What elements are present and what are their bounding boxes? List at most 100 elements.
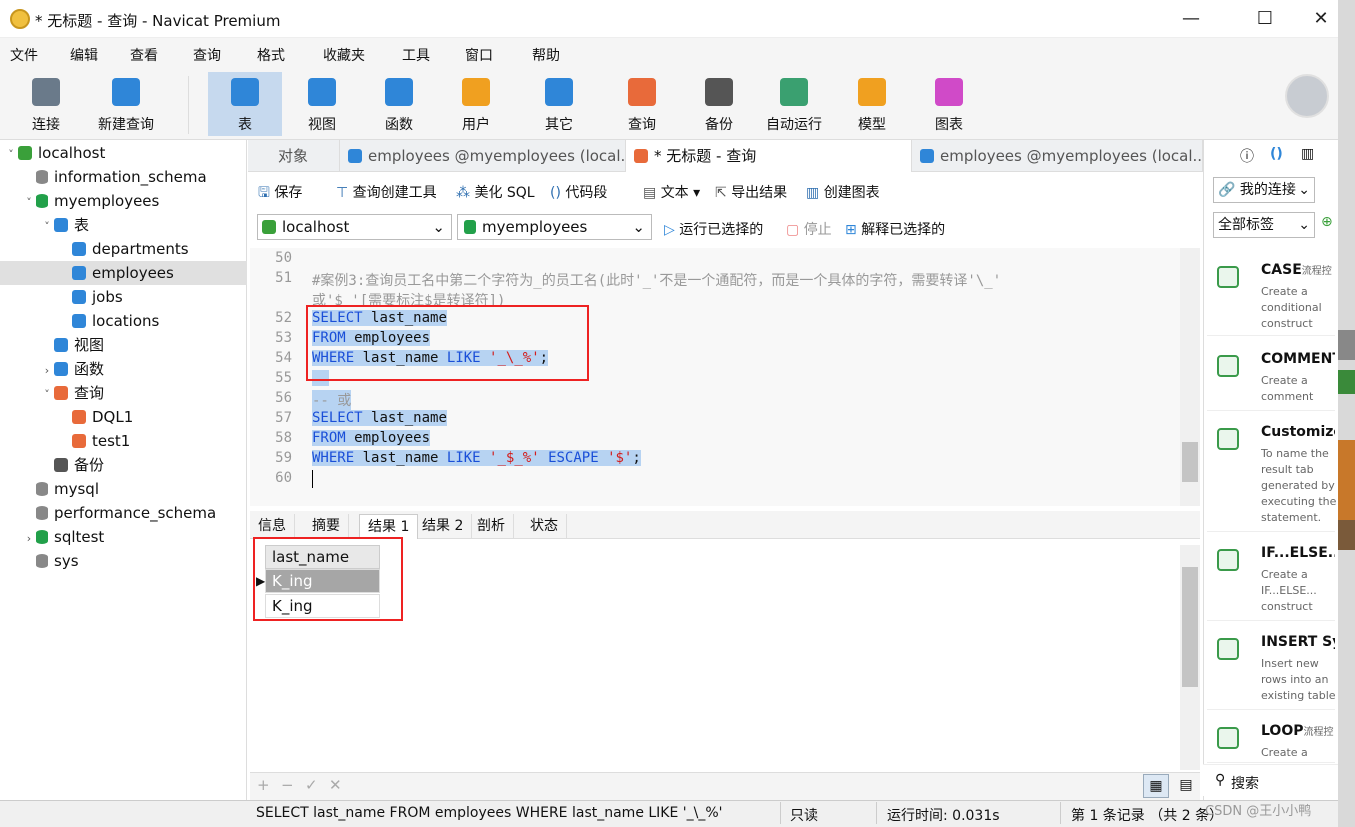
menu-item[interactable]: 格式 (257, 45, 285, 65)
tree-item-employees[interactable]: employees (0, 261, 247, 285)
tree-item-视图[interactable]: 视图 (0, 333, 247, 357)
expand-arrow-icon[interactable]: ˅ (40, 215, 54, 239)
snippet-item[interactable]: IF...ELSE... Create a IF...ELSE... constr… (1207, 535, 1335, 621)
menu-item[interactable]: 窗口 (465, 45, 493, 65)
menu-item[interactable]: 查询 (193, 45, 221, 65)
result-tab[interactable]: 信息 (250, 514, 295, 539)
snippet-description: Create a IF...ELSE... construct (1261, 568, 1317, 613)
toolbar-tools-button[interactable]: 其它 (522, 72, 596, 136)
tree-item-departments[interactable]: departments (0, 237, 247, 261)
tree-item-DQL1[interactable]: DQL1 (0, 405, 247, 429)
snippet-item[interactable]: INSERT Sy Insert new rows into an existin… (1207, 624, 1336, 710)
grid-view-icon[interactable]: ▦ (1143, 774, 1169, 798)
stop-button[interactable]: ▢ 停止 (786, 219, 832, 239)
string-literal: '_$_%' (489, 450, 540, 466)
snippet-item[interactable]: Customize To name the result tab generate… (1207, 414, 1336, 532)
tree-item-information_schema[interactable]: information_schema (0, 165, 247, 189)
expand-arrow-icon[interactable]: › (40, 359, 54, 383)
database-select[interactable]: myemployees ⌄ (457, 214, 652, 240)
result-tab[interactable]: 结果 2 (414, 514, 473, 539)
user-avatar[interactable] (1285, 74, 1329, 118)
code-snippet-button[interactable]: () 代码段 (550, 182, 607, 202)
tab-employees-1[interactable]: employees @myemployees (local... (340, 140, 626, 172)
editor-scrollbar[interactable] (1180, 248, 1200, 506)
menu-item[interactable]: 文件 (10, 45, 38, 65)
tab-untitled-query[interactable]: * 无标题 - 查询 (626, 140, 912, 172)
beautify-sql-button[interactable]: ⁂ 美化 SQL (456, 182, 535, 202)
toolbar-function-button[interactable]: 函数 (362, 72, 436, 136)
toolbar-backup-button[interactable]: 备份 (682, 72, 756, 136)
snippet-search[interactable]: ⚲ 搜索 (1203, 764, 1338, 796)
toolbar-chart-button[interactable]: 图表 (912, 72, 986, 136)
toolbar-user-button[interactable]: 用户 (439, 72, 513, 136)
scroll-thumb[interactable] (1182, 567, 1198, 687)
discard-icon[interactable]: ✕ (329, 776, 342, 794)
tree-item-函数[interactable]: › 函数 (0, 357, 247, 381)
query-builder-button[interactable]: ⊤ 查询创建工具 (336, 182, 437, 202)
tree-item-performance_schema[interactable]: performance_schema (0, 501, 247, 525)
snippet-item[interactable]: COMMENT Create a comment (1207, 341, 1335, 411)
connection-filter-dropdown[interactable]: 🔗 我的连接 ⌄ (1213, 177, 1315, 203)
run-selected-button[interactable]: ▷ 运行已选择的 (664, 219, 763, 239)
highlight-box-query1 (306, 305, 589, 381)
menu-item[interactable]: 编辑 (70, 45, 98, 65)
snippet-braces-icon[interactable]: () (1270, 146, 1283, 162)
menu-item[interactable]: 工具 (402, 45, 430, 65)
toolbar-plug-button[interactable]: 连接 (9, 72, 83, 136)
result-tab[interactable]: 剖析 (469, 514, 514, 539)
tree-item-sqltest[interactable]: › sqltest (0, 525, 247, 549)
status-sql: SELECT last_name FROM employees WHERE la… (256, 805, 723, 821)
connection-select[interactable]: localhost ⌄ (257, 214, 452, 240)
tree-item-查询[interactable]: ˅ 查询 (0, 381, 247, 405)
snippet-item[interactable]: LOOP流程控 Create a (1207, 713, 1335, 763)
maximize-button[interactable]: ☐ (1250, 4, 1280, 34)
add-row-icon[interactable]: + (257, 776, 270, 794)
tree-item-sys[interactable]: sys (0, 549, 247, 573)
minimize-button[interactable]: — (1176, 4, 1206, 34)
snippet-label: 代码段 (565, 185, 608, 201)
apply-icon[interactable]: ✓ (305, 776, 318, 794)
tab-employees-2[interactable]: employees @myemployees (local... (912, 140, 1203, 172)
explain-selected-button[interactable]: ⊞ 解释已选择的 (845, 219, 945, 239)
export-result-button[interactable]: ⇱ 导出结果 (715, 182, 787, 202)
toolbar-table-button[interactable]: 表 (208, 72, 282, 136)
scroll-thumb[interactable] (1182, 442, 1198, 482)
tags-filter-dropdown[interactable]: 全部标签 ⌄ (1213, 212, 1315, 238)
tree-item-jobs[interactable]: jobs (0, 285, 247, 309)
toolbar-view-button[interactable]: 视图 (285, 72, 359, 136)
result-tab[interactable]: 状态 (522, 514, 567, 539)
status-records: 第 1 条记录 （共 2 条） (1071, 808, 1224, 824)
menu-item[interactable]: 查看 (130, 45, 158, 65)
tree-item-myemployees[interactable]: ˅ myemployees (0, 189, 247, 213)
expand-arrow-icon[interactable]: ˅ (40, 383, 54, 407)
info-icon[interactable]: ⓘ (1240, 146, 1254, 166)
snippet-item[interactable]: CASE流程控 Create a conditional construct (1207, 252, 1335, 336)
tree-item-locations[interactable]: locations (0, 309, 247, 333)
result-scrollbar[interactable] (1180, 545, 1200, 770)
tree-item-表[interactable]: ˅ 表 (0, 213, 247, 237)
create-chart-button[interactable]: ▥ 创建图表 (806, 182, 880, 202)
tree-item-test1[interactable]: test1 (0, 429, 247, 453)
layout-icon[interactable]: ▥ (1301, 146, 1314, 162)
toolbar-new-query-button[interactable]: 新建查询 (89, 72, 163, 136)
add-snippet-icon[interactable]: ⊕ (1321, 214, 1333, 230)
close-button[interactable]: ✕ (1306, 4, 1336, 34)
toolbar-model-button[interactable]: 模型 (835, 72, 909, 136)
text-button[interactable]: ▤ 文本 ▾ (643, 182, 700, 202)
result-tab[interactable]: 结果 1 (359, 514, 419, 539)
expand-arrow-icon[interactable]: ˅ (4, 143, 18, 167)
expand-arrow-icon[interactable]: › (22, 527, 36, 551)
tree-item-备份[interactable]: 备份 (0, 453, 247, 477)
menu-item[interactable]: 收藏夹 (323, 45, 365, 65)
tree-item-localhost[interactable]: ˅ localhost (0, 141, 247, 165)
save-button[interactable]: 🖫 保存 (258, 182, 302, 206)
toolbar-query-button[interactable]: 查询 (605, 72, 679, 136)
toolbar-robot-button[interactable]: 自动运行 (757, 72, 831, 136)
delete-row-icon[interactable]: − (281, 776, 294, 794)
menu-item[interactable]: 帮助 (532, 45, 560, 65)
result-tab[interactable]: 摘要 (304, 514, 349, 539)
form-view-icon[interactable]: ▤ (1173, 774, 1199, 798)
tree-item-mysql[interactable]: mysql (0, 477, 247, 501)
tab-objects[interactable]: 对象 (270, 140, 340, 172)
expand-arrow-icon[interactable]: ˅ (22, 191, 36, 215)
